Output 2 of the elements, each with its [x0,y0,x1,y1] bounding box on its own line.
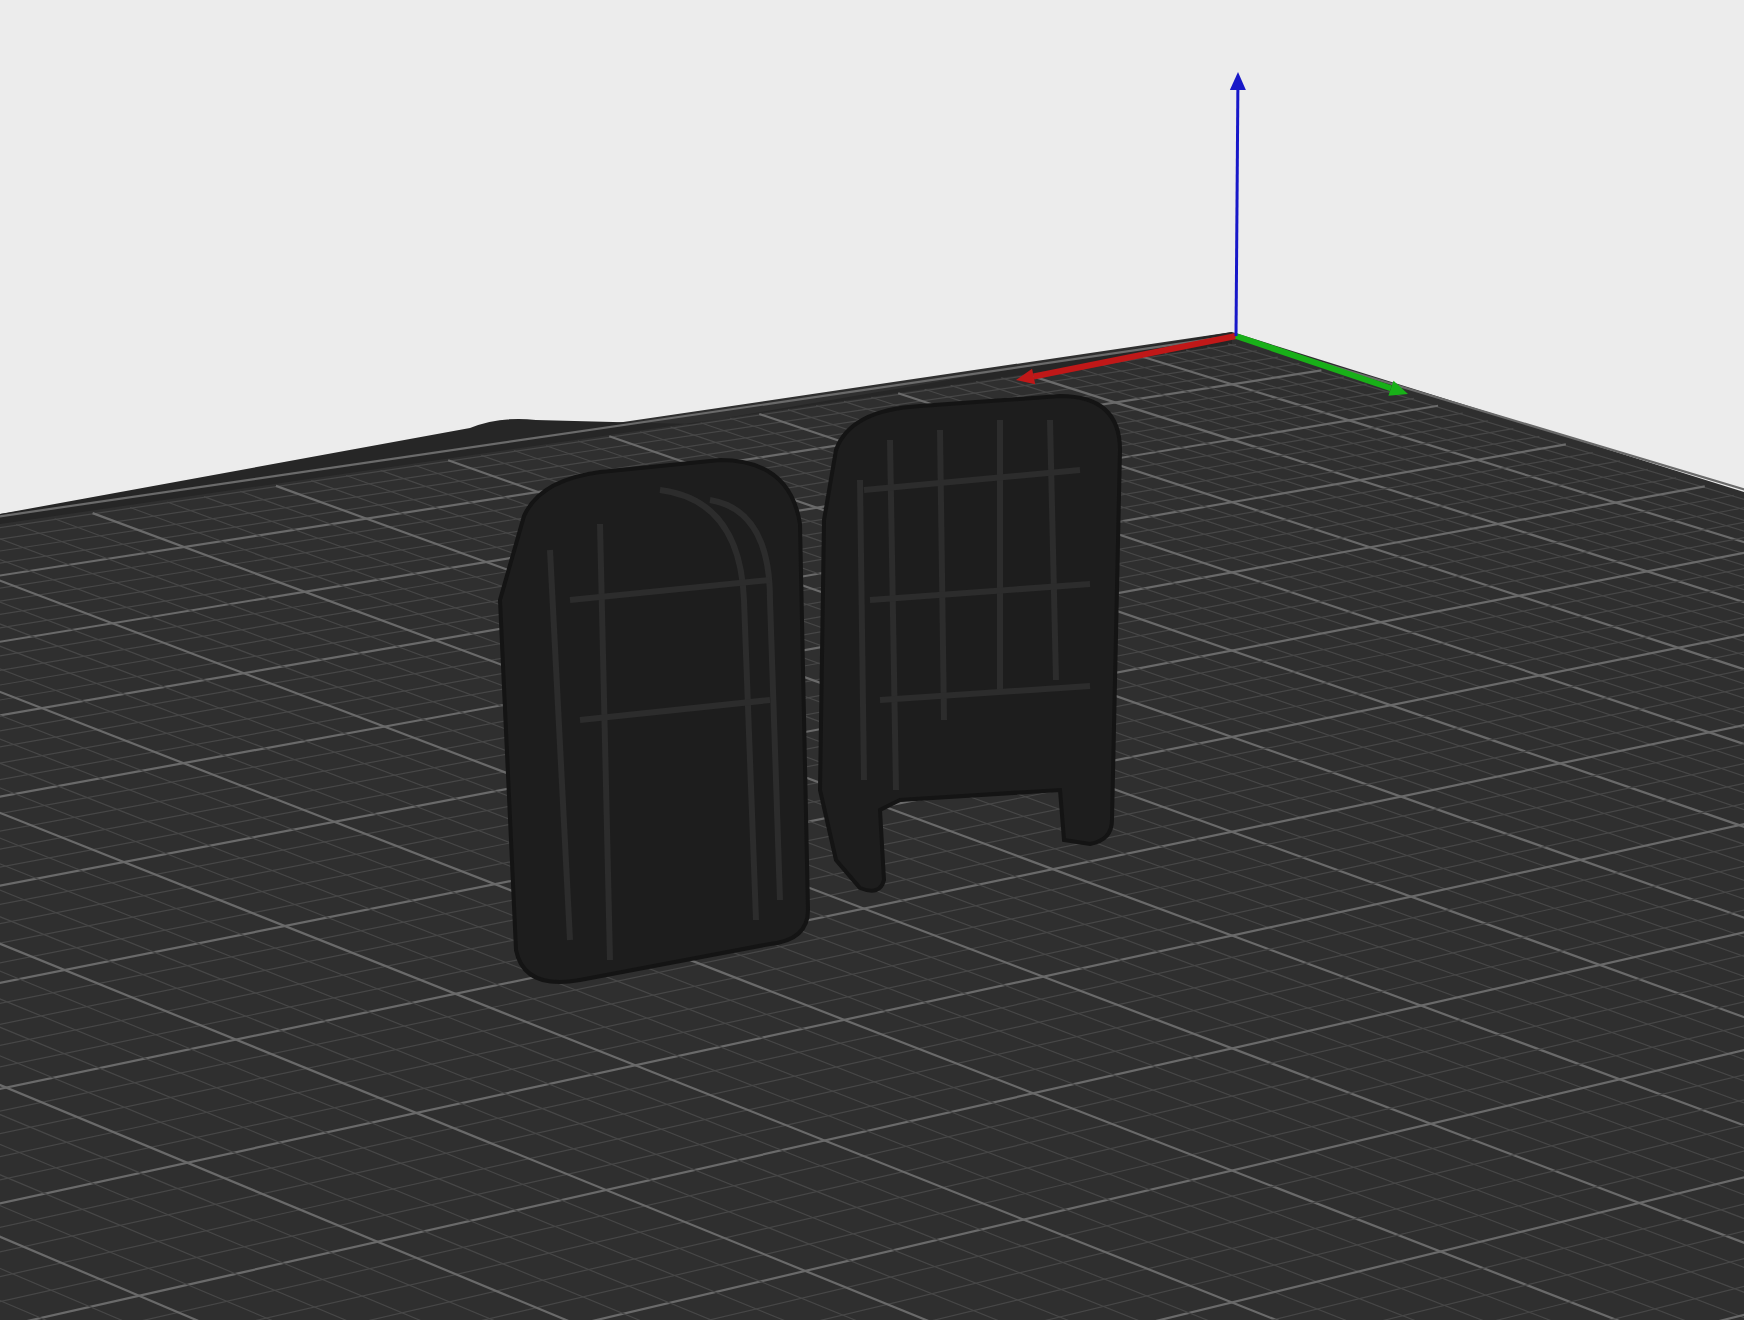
model-drawing[interactable] [818,394,1122,893]
model-drawing[interactable] [498,458,810,984]
